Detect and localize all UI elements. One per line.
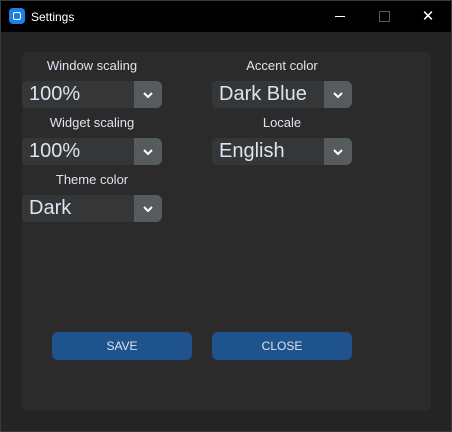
save-button[interactable]: SAVE: [52, 332, 192, 360]
window-scaling-dropdown[interactable]: 100%: [22, 81, 162, 108]
locale-value: English: [212, 138, 324, 165]
theme-color-arrow-button[interactable]: [134, 195, 162, 222]
theme-color-value: Dark: [22, 195, 134, 222]
widget-scaling-dropdown[interactable]: 100%: [22, 138, 162, 165]
locale-dropdown[interactable]: English: [212, 138, 352, 165]
minimize-button[interactable]: [318, 1, 362, 32]
widget-scaling-arrow-button[interactable]: [134, 138, 162, 165]
window-scaling-value: 100%: [22, 81, 134, 108]
locale-arrow-button[interactable]: [324, 138, 352, 165]
widget-scaling-label: Widget scaling: [49, 115, 135, 130]
theme-color-label: Theme color: [55, 172, 129, 187]
settings-panel: Window scaling 100% Widget scaling 100% …: [22, 52, 431, 411]
chevron-down-icon: [143, 148, 153, 155]
close-window-button[interactable]: ✕: [406, 1, 450, 32]
accent-color-label: Accent color: [246, 58, 318, 73]
maximize-icon: [378, 11, 390, 22]
close-icon: ✕: [421, 7, 435, 25]
chevron-down-icon: [333, 91, 343, 98]
title-bar[interactable]: Settings ✕: [1, 1, 451, 32]
window-title: Settings: [31, 10, 75, 24]
chevron-down-icon: [143, 91, 153, 98]
close-button[interactable]: CLOSE: [212, 332, 352, 360]
minimize-icon: [335, 16, 345, 17]
window-scaling-label: Window scaling: [46, 58, 138, 73]
settings-window: Settings ✕ Window scaling 100% Widget sc…: [0, 0, 452, 432]
window-scaling-arrow-button[interactable]: [134, 81, 162, 108]
theme-color-dropdown[interactable]: Dark: [22, 195, 162, 222]
widget-scaling-value: 100%: [22, 138, 134, 165]
maximize-button[interactable]: [362, 1, 406, 32]
locale-label: Locale: [262, 115, 302, 130]
chevron-down-icon: [333, 148, 343, 155]
accent-color-arrow-button[interactable]: [324, 81, 352, 108]
chevron-down-icon: [143, 205, 153, 212]
app-logo-icon: [9, 8, 25, 24]
accent-color-value: Dark Blue: [212, 81, 324, 108]
accent-color-dropdown[interactable]: Dark Blue: [212, 81, 352, 108]
